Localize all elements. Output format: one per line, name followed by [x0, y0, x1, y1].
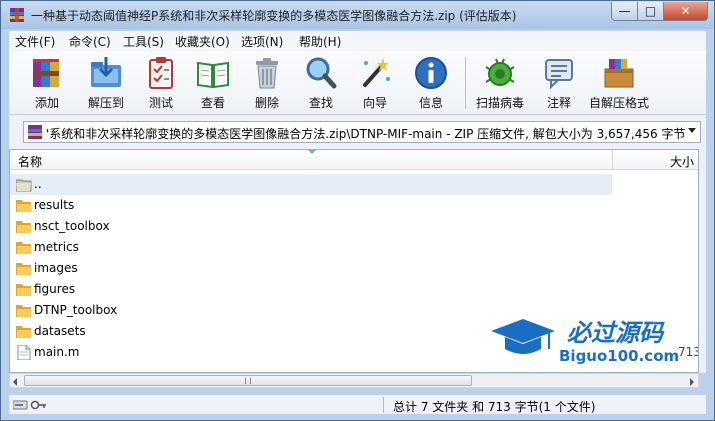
folder-icon [16, 221, 31, 233]
minimize-button[interactable]: — [611, 2, 638, 21]
file-name: nsct_toolbox [34, 219, 110, 233]
comment-label: 注释 [546, 96, 571, 110]
address-bar: '系统和非次采样轮廓变换的多模态医学图像融合方法.zip\DTNP-MIF-ma… [9, 115, 706, 149]
column-header: 名称 大小 [10, 150, 698, 170]
scan-virus-button[interactable]: 扫描病毒 [473, 55, 527, 113]
list-item-parent[interactable]: .. [10, 174, 612, 195]
folder-icon [16, 284, 31, 296]
archive-books-icon [33, 59, 59, 87]
info-button[interactable]: 信息 [411, 55, 451, 113]
document-icon [17, 345, 31, 360]
graduation-cap-icon [491, 319, 555, 354]
info-label: 信息 [418, 96, 443, 110]
list-item-folder[interactable]: figures [10, 279, 612, 300]
test-button[interactable]: 测试 [141, 55, 181, 113]
file-name: metrics [34, 240, 79, 254]
sfx-button[interactable]: 自解压格式 [587, 55, 651, 113]
extract-to-button[interactable]: 解压到 [81, 55, 131, 113]
folder-icon [16, 242, 31, 254]
find-button[interactable]: 查找 [301, 55, 341, 113]
folder-icon [16, 263, 31, 275]
add-label: 添加 [34, 96, 59, 110]
delete-button[interactable]: 删除 [247, 55, 287, 113]
folder-icon [16, 326, 31, 338]
comment-note-icon [545, 59, 573, 90]
find-label: 查找 [308, 96, 333, 110]
list-item-folder[interactable]: metrics [10, 237, 612, 258]
open-book-icon [197, 61, 229, 89]
file-name: figures [34, 282, 76, 296]
menu-commands[interactable]: 命令(C) [69, 33, 111, 50]
file-name: images [34, 261, 78, 275]
comment-button[interactable]: 注释 [539, 55, 579, 113]
magnifier-icon [306, 57, 337, 89]
folder-icon [16, 305, 31, 317]
watermark-brand: 必过源码 [567, 319, 665, 347]
list-item-folder[interactable]: images [10, 258, 612, 279]
window-title: 一种基于动态阈值神经P系统和非次采样轮廓变换的多模态医学图像融合方法.zip (… [31, 9, 517, 23]
scan-virus-label: 扫描病毒 [475, 96, 524, 110]
drive-key-icon [13, 400, 46, 410]
status-summary: 总计 7 文件夹 和 713 字节(1 个文件) [393, 400, 596, 414]
vertical-scrollbar[interactable] [699, 149, 706, 373]
maximize-button[interactable]: □ [637, 2, 664, 21]
sort-arrow-icon [308, 150, 316, 154]
archive-path-text: '系统和非次采样轮廓变换的多模态医学图像融合方法.zip\DTNP-MIF-ma… [46, 127, 686, 141]
close-button[interactable]: ✕ [663, 2, 708, 21]
horizontal-scrollbar[interactable] [9, 373, 699, 388]
status-divider [383, 397, 384, 413]
archive-path-field[interactable]: '系统和非次采样轮廓变换的多模态医学图像融合方法.zip\DTNP-MIF-ma… [23, 121, 701, 143]
column-size[interactable]: 大小 [670, 153, 694, 170]
parent-folder-icon [16, 179, 32, 192]
column-name[interactable]: 名称 [18, 153, 42, 170]
info-icon [415, 57, 447, 89]
checklist-icon [149, 57, 173, 89]
title-bar[interactable]: 一种基于动态阈值神经P系统和非次采样轮廓变换的多模态医学图像融合方法.zip (… [1, 1, 714, 29]
status-bar: 总计 7 文件夹 和 713 字节(1 个文件) [9, 394, 706, 414]
watermark-url: Biguo100.com [559, 347, 679, 365]
winrar-logo-icon [10, 8, 24, 22]
menu-file[interactable]: 文件(F) [15, 33, 55, 50]
archive-icon [28, 125, 42, 139]
test-label: 测试 [148, 96, 173, 110]
column-divider[interactable] [612, 150, 613, 170]
add-button[interactable]: 添加 [27, 55, 67, 113]
winrar-window: 一种基于动态阈值神经P系统和非次采样轮廓变换的多模态医学图像融合方法.zip (… [0, 0, 715, 421]
menu-help[interactable]: 帮助(H) [299, 33, 341, 50]
menu-bar: 文件(F) 命令(C) 工具(S) 收藏夹(O) 选项(N) 帮助(H) [9, 31, 706, 51]
extract-to-label: 解压到 [87, 96, 124, 110]
wizard-label: 向导 [362, 96, 387, 110]
list-item-folder[interactable]: nsct_toolbox [10, 216, 612, 237]
view-button[interactable]: 查看 [193, 55, 233, 113]
sfx-box-icon [604, 59, 634, 88]
file-name: main.m [34, 345, 80, 359]
file-name: results [34, 198, 75, 212]
file-name: .. [34, 177, 42, 191]
list-item-folder[interactable]: results [10, 195, 612, 216]
menu-options[interactable]: 选项(N) [241, 33, 283, 50]
watermark: 必过源码 Biguo100.com [491, 319, 679, 365]
file-name: datasets [34, 324, 86, 338]
menu-favorites[interactable]: 收藏夹(O) [175, 33, 230, 50]
file-name: DTNP_toolbox [34, 303, 118, 317]
scroll-left-icon[interactable] [13, 378, 17, 386]
scroll-right-icon[interactable] [690, 378, 694, 386]
grip-icon [245, 378, 251, 384]
wizard-button[interactable]: 向导 [355, 55, 395, 113]
magic-wand-icon [363, 58, 390, 87]
toolbar: 添加 解压到 测试 查看 删除 查找 向导 信息 扫描病毒 注释 自解压格式 [9, 51, 706, 115]
virus-bug-icon [485, 58, 515, 86]
sfx-label: 自解压格式 [588, 96, 649, 110]
folder-icon [16, 200, 31, 212]
menu-tools[interactable]: 工具(S) [123, 33, 164, 50]
extract-folder-icon [91, 57, 121, 87]
delete-label: 删除 [254, 96, 279, 110]
chevron-down-icon[interactable] [688, 128, 696, 133]
scroll-thumb[interactable] [24, 375, 472, 386]
trash-can-icon [256, 58, 278, 89]
toolbar-separator [465, 57, 466, 109]
view-label: 查看 [200, 96, 225, 110]
